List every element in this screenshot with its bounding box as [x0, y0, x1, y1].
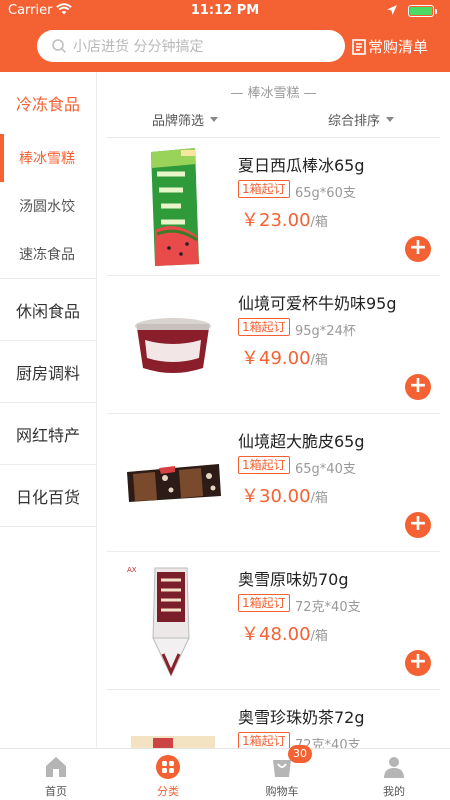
- price-unit: /箱: [310, 215, 328, 230]
- filter-bar: 品牌筛选 综合排序: [97, 110, 450, 134]
- tab-cart[interactable]: 30 购物车: [226, 745, 338, 800]
- product-card[interactable]: 奥雪珍珠奶茶72g 1箱起订 72克*40支: [107, 689, 440, 748]
- product-card[interactable]: 仙境超大脆皮65g 1箱起订 65g*40支 ￥30.00/箱 +: [107, 413, 440, 551]
- product-panel: — 棒冰雪糕 — 品牌筛选 综合排序 夏日西瓜棒冰65g 1箱起订 65g*60…: [97, 72, 450, 748]
- product-spec: 95g*24杯: [295, 324, 356, 339]
- product-name: 仙境超大脆皮65g: [238, 432, 365, 451]
- status-bar: Carrier 11:12 PM: [0, 0, 450, 22]
- subcategory-label: 棒冰雪糕: [19, 151, 75, 167]
- min-order-badge: 1箱起订: [238, 180, 290, 198]
- price-unit: /箱: [310, 629, 328, 644]
- product-name: 奥雪原味奶70g: [238, 570, 349, 589]
- price-unit: /箱: [310, 491, 328, 506]
- product-price: ￥48.00/箱: [241, 620, 328, 646]
- subcategory-item-dumplings[interactable]: 汤圆水饺: [0, 182, 96, 230]
- tab-label: 首页: [45, 785, 67, 798]
- search-input[interactable]: 小店进货 分分钟搞定: [37, 30, 345, 62]
- product-image-ice-cream-cup: [125, 282, 221, 406]
- add-to-cart-button[interactable]: +: [405, 650, 431, 676]
- product-image-watermelon-popsicle: [125, 144, 221, 268]
- sidebar-item-label: 网红特产: [16, 425, 81, 445]
- product-name: 仙境可爱杯牛奶味95g: [238, 294, 397, 313]
- caret-down-icon: [210, 117, 219, 122]
- product-image-crispy-bar: [125, 420, 221, 544]
- sidebar-item-daily-goods[interactable]: 日化百货: [0, 465, 96, 527]
- tab-home[interactable]: 首页: [0, 749, 112, 800]
- subcategory-label: 汤圆水饺: [19, 199, 75, 215]
- profile-icon: [384, 757, 404, 778]
- product-name: 奥雪珍珠奶茶72g: [238, 708, 365, 727]
- sidebar-item-kitchen-seasoning[interactable]: 厨房调料: [0, 341, 96, 403]
- min-order-badge: 1箱起订: [238, 456, 290, 474]
- tab-category[interactable]: 分类: [112, 749, 224, 800]
- clock: 11:12 PM: [190, 3, 260, 18]
- category-sidebar: 冷冻食品 棒冰雪糕 汤圆水饺 速冻食品 休闲食品 厨房调料 网红特产 日化百货: [0, 72, 97, 748]
- sidebar-item-label: 日化百货: [16, 487, 81, 507]
- plus-icon: +: [408, 649, 428, 674]
- product-image-pearl-milk-tea: [125, 696, 221, 748]
- subcategory-list: 棒冰雪糕 汤圆水饺 速冻食品: [0, 134, 96, 279]
- product-price: ￥23.00/箱: [241, 206, 328, 232]
- product-price: ￥49.00/箱: [241, 344, 328, 370]
- subcategory-label: 速冻食品: [19, 247, 75, 263]
- min-order-badge: 1箱起订: [238, 318, 290, 336]
- battery-tip: [435, 9, 437, 14]
- price-unit: /箱: [310, 353, 328, 368]
- price-value: ￥49.00: [241, 348, 311, 369]
- app-screen: Carrier 11:12 PM 小店进货 分分钟搞定 常购清单 冷冻食品 棒冰…: [0, 0, 450, 800]
- product-name: 夏日西瓜棒冰65g: [238, 156, 365, 175]
- list-icon: [352, 38, 366, 55]
- sort-dropdown[interactable]: 综合排序: [328, 110, 395, 129]
- product-card[interactable]: 仙境可爱杯牛奶味95g 1箱起订 95g*24杯 ￥49.00/箱 +: [107, 275, 440, 413]
- price-value: ￥48.00: [241, 624, 311, 645]
- tab-label: 我的: [383, 785, 405, 798]
- favorites-label: 常购清单: [368, 38, 429, 56]
- svg-text:AX: AX: [127, 566, 137, 574]
- plus-icon: +: [408, 235, 428, 260]
- sidebar-item-frozen-food[interactable]: 冷冻食品: [0, 72, 96, 134]
- sidebar-item-label: 休闲食品: [16, 301, 81, 321]
- add-to-cart-button[interactable]: +: [405, 236, 431, 262]
- search-placeholder: 小店进货 分分钟搞定: [73, 39, 204, 55]
- brand-filter-dropdown[interactable]: 品牌筛选: [152, 110, 219, 129]
- sidebar-item-snacks[interactable]: 休闲食品: [0, 279, 96, 341]
- product-spec: 72克*40支: [295, 600, 361, 615]
- product-spec: 65g*60支: [295, 186, 356, 201]
- search-icon: [52, 39, 67, 54]
- product-price: ￥30.00/箱: [241, 482, 328, 508]
- section-title: — 棒冰雪糕 —: [230, 86, 317, 101]
- subcategory-item-popsicles[interactable]: 棒冰雪糕: [0, 134, 96, 182]
- sidebar-item-trending-specialties[interactable]: 网红特产: [0, 403, 96, 465]
- category-icon: [156, 755, 180, 779]
- favorites-list-button[interactable]: 常购清单: [352, 36, 428, 57]
- tab-profile[interactable]: 我的: [338, 749, 450, 800]
- location-arrow-icon: [387, 5, 397, 15]
- plus-icon: +: [408, 511, 428, 536]
- price-value: ￥23.00: [241, 210, 311, 231]
- brand-filter-label: 品牌筛选: [152, 114, 205, 129]
- battery-icon: [408, 5, 434, 17]
- product-card[interactable]: 夏日西瓜棒冰65g 1箱起订 65g*60支 ￥23.00/箱 +: [107, 137, 440, 275]
- sidebar-item-label: 厨房调料: [16, 363, 81, 383]
- subcategory-item-quick-frozen[interactable]: 速冻食品: [0, 230, 96, 278]
- caret-down-icon: [386, 117, 395, 122]
- min-order-badge: 1箱起订: [238, 594, 290, 612]
- cart-count-badge: 30: [288, 745, 312, 763]
- product-spec: 65g*40支: [295, 462, 356, 477]
- add-to-cart-button[interactable]: +: [405, 512, 431, 538]
- product-image-milk-ice-cream: AX: [125, 558, 221, 682]
- tab-label: 购物车: [265, 785, 299, 798]
- product-card[interactable]: AX 奥雪原味奶70g 1箱起订 72克*40支 ￥48.00/箱 +: [107, 551, 440, 689]
- sidebar-item-label: 冷冻食品: [16, 95, 81, 114]
- sort-label: 综合排序: [328, 114, 381, 129]
- plus-icon: +: [408, 373, 428, 398]
- bottom-tab-bar: 首页 分类 30 购物车 我的: [0, 745, 450, 800]
- tab-label: 分类: [157, 785, 179, 798]
- min-order-badge: 1箱起订: [238, 732, 290, 748]
- add-to-cart-button[interactable]: +: [405, 374, 431, 400]
- home-icon: [46, 757, 66, 777]
- price-value: ￥30.00: [241, 486, 311, 507]
- header-bar: Carrier 11:12 PM 小店进货 分分钟搞定 常购清单: [0, 0, 450, 72]
